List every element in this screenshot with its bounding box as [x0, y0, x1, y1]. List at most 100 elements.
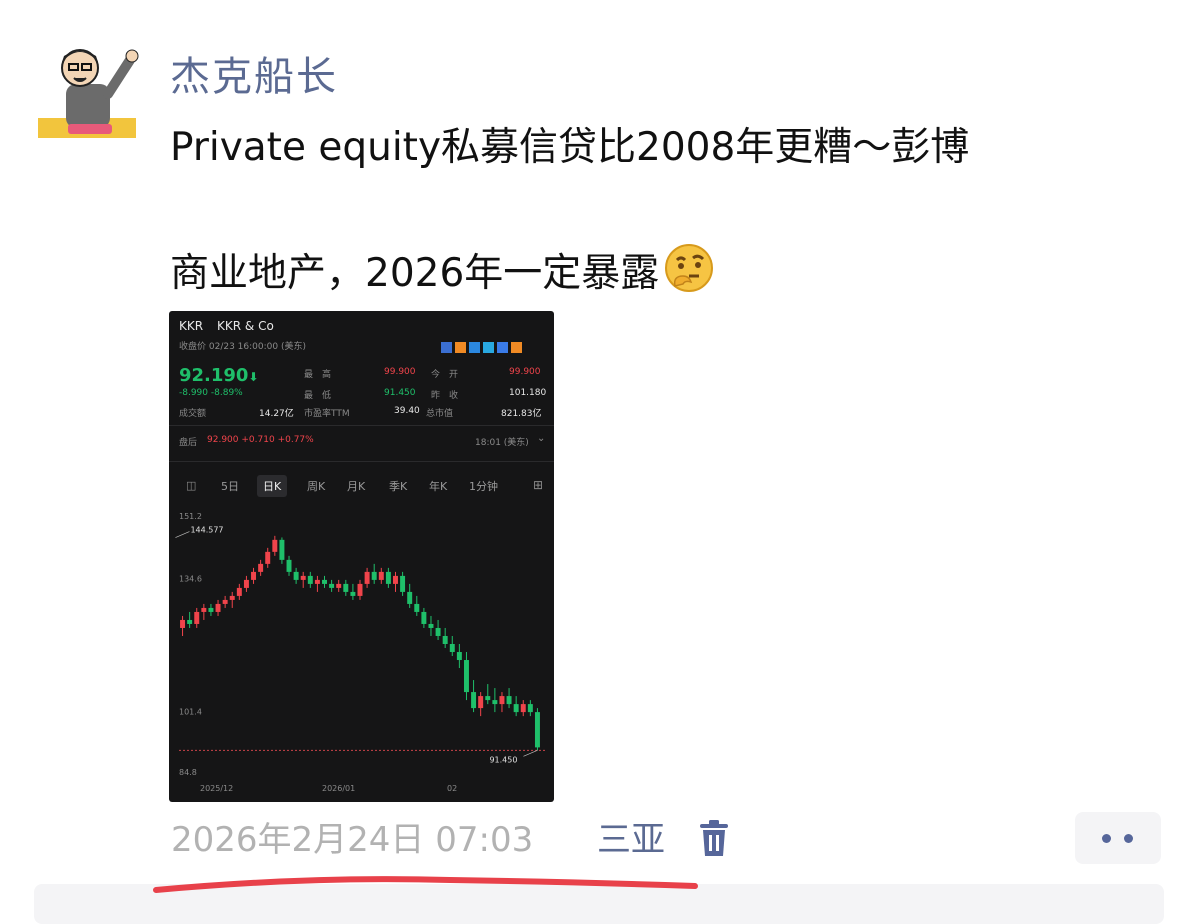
stock-price: 92.190⬇	[179, 365, 259, 386]
candle-body	[286, 559, 292, 572]
stock-price-value: 92.190	[179, 365, 249, 386]
tab-5[interactable]: 年K	[423, 475, 453, 497]
volume-value: 14.27亿	[259, 409, 294, 419]
candle-body	[513, 704, 519, 713]
x-tick-label: 2025/12	[200, 784, 233, 793]
candle-body	[222, 599, 228, 604]
tab-0[interactable]: 5日	[215, 475, 245, 497]
candle-body	[201, 607, 207, 612]
candle-body	[329, 583, 335, 588]
candle-body	[229, 595, 235, 600]
candle-body	[478, 696, 484, 709]
candle-body	[407, 591, 413, 604]
down-arrow-icon: ⬇	[248, 370, 259, 384]
y-tick-label: 84.8	[179, 768, 197, 777]
candle-body	[463, 660, 469, 693]
stock-change: -8.990 -8.89%	[179, 388, 243, 398]
mcap-value: 821.83亿	[501, 409, 542, 419]
candle-body	[428, 623, 434, 628]
candle-body	[314, 579, 320, 584]
candle-body	[215, 603, 221, 612]
pe-label: 市盈率TTM	[304, 409, 350, 419]
close-info: 收盘价 02/23 16:00:00 (美东)	[179, 342, 306, 352]
candle-body	[343, 583, 349, 592]
candle-body	[527, 704, 533, 713]
chevron-down-icon[interactable]: ⌄	[537, 433, 545, 444]
candle-body	[300, 575, 306, 580]
candle-body	[492, 700, 498, 705]
candle-body	[414, 603, 420, 612]
tab-2[interactable]: 周K	[301, 475, 331, 497]
candle-body	[400, 575, 406, 592]
after-hours-label: 盘后	[179, 438, 198, 448]
candle-body	[485, 696, 491, 701]
divider	[169, 461, 554, 462]
candle-body	[258, 563, 264, 572]
candle-body	[180, 619, 186, 628]
post-text-line1: Private equity私募信贷比2008年更糟～彭博	[170, 125, 970, 170]
candle-body	[371, 571, 377, 580]
candle-body	[364, 571, 370, 584]
thinking-face-icon	[663, 242, 715, 294]
share-icons	[441, 338, 522, 357]
candle-body	[243, 579, 249, 588]
candle-body	[357, 583, 363, 596]
candle-body	[385, 571, 391, 584]
tab-1[interactable]: 日K	[257, 475, 288, 497]
low-label: 最 低	[304, 391, 332, 401]
high-annotation: 144.577	[190, 526, 223, 535]
open-label: 今 开	[431, 370, 459, 380]
y-tick-label: 101.4	[179, 708, 202, 717]
after-hours-time: 18:01 (美东)	[475, 438, 529, 448]
candle-body	[251, 571, 257, 580]
candle-body	[520, 704, 526, 713]
candle-body	[307, 575, 313, 584]
volume-label: 成交额	[179, 409, 207, 419]
y-tick-label: 151.2	[179, 512, 202, 521]
ah-change: +0.710	[241, 435, 275, 445]
candle-body	[442, 635, 448, 644]
high-label: 最 高	[304, 370, 332, 380]
candle-body	[393, 575, 398, 584]
ah-price: 92.900	[207, 435, 239, 445]
x-tick-label: 2026/01	[322, 784, 355, 793]
post-location[interactable]: 三亚	[597, 812, 665, 861]
post-timestamp: 2026年2月24日 07:03	[171, 820, 534, 860]
tab-3[interactable]: 月K	[341, 475, 371, 497]
candle-body	[421, 611, 427, 624]
x-tick-label: 02	[447, 784, 457, 793]
candle-body	[194, 611, 200, 624]
candle-body	[435, 627, 441, 636]
divider	[169, 425, 554, 426]
y-tick-label: 134.6	[179, 575, 202, 584]
post-text-line2-text: 商业地产，2026年一定暴露	[170, 251, 660, 296]
candle-body	[350, 591, 356, 596]
avatar[interactable]	[34, 42, 140, 148]
ah-pct: +0.77%	[277, 435, 314, 445]
candle-body	[236, 587, 242, 596]
high-value: 99.900	[384, 367, 416, 377]
panel-toggle-icon[interactable]: ◫	[186, 479, 196, 492]
tab-6[interactable]: 1分钟	[463, 475, 504, 497]
stock-screenshot[interactable]: KKR KKR & Co 收盘价 02/23 16:00:00 (美东) 92.…	[169, 311, 554, 802]
candle-body	[378, 571, 384, 580]
mcap-label: 总市值	[426, 409, 454, 419]
low-value: 91.450	[384, 388, 416, 398]
more-button[interactable]	[1075, 812, 1161, 864]
candle-body	[293, 571, 299, 580]
candle-body	[534, 712, 540, 748]
post-text-line2: 商业地产，2026年一定暴露	[170, 242, 715, 298]
candle-body	[499, 696, 505, 705]
prev-label: 昨 收	[431, 391, 459, 401]
more-dot	[1124, 834, 1133, 843]
annotation-leader	[523, 750, 538, 757]
candle-body	[322, 579, 327, 584]
tab-4[interactable]: 季K	[383, 475, 413, 497]
trash-icon[interactable]	[696, 818, 732, 858]
candle-body	[336, 583, 342, 588]
username[interactable]: 杰克船长	[170, 44, 338, 102]
after-hours-quote: 92.900 +0.710 +0.77%	[207, 435, 314, 445]
candle-body	[449, 644, 455, 653]
stock-ticker: KKR	[179, 319, 204, 333]
grid-icon[interactable]: ⊞	[533, 478, 543, 492]
